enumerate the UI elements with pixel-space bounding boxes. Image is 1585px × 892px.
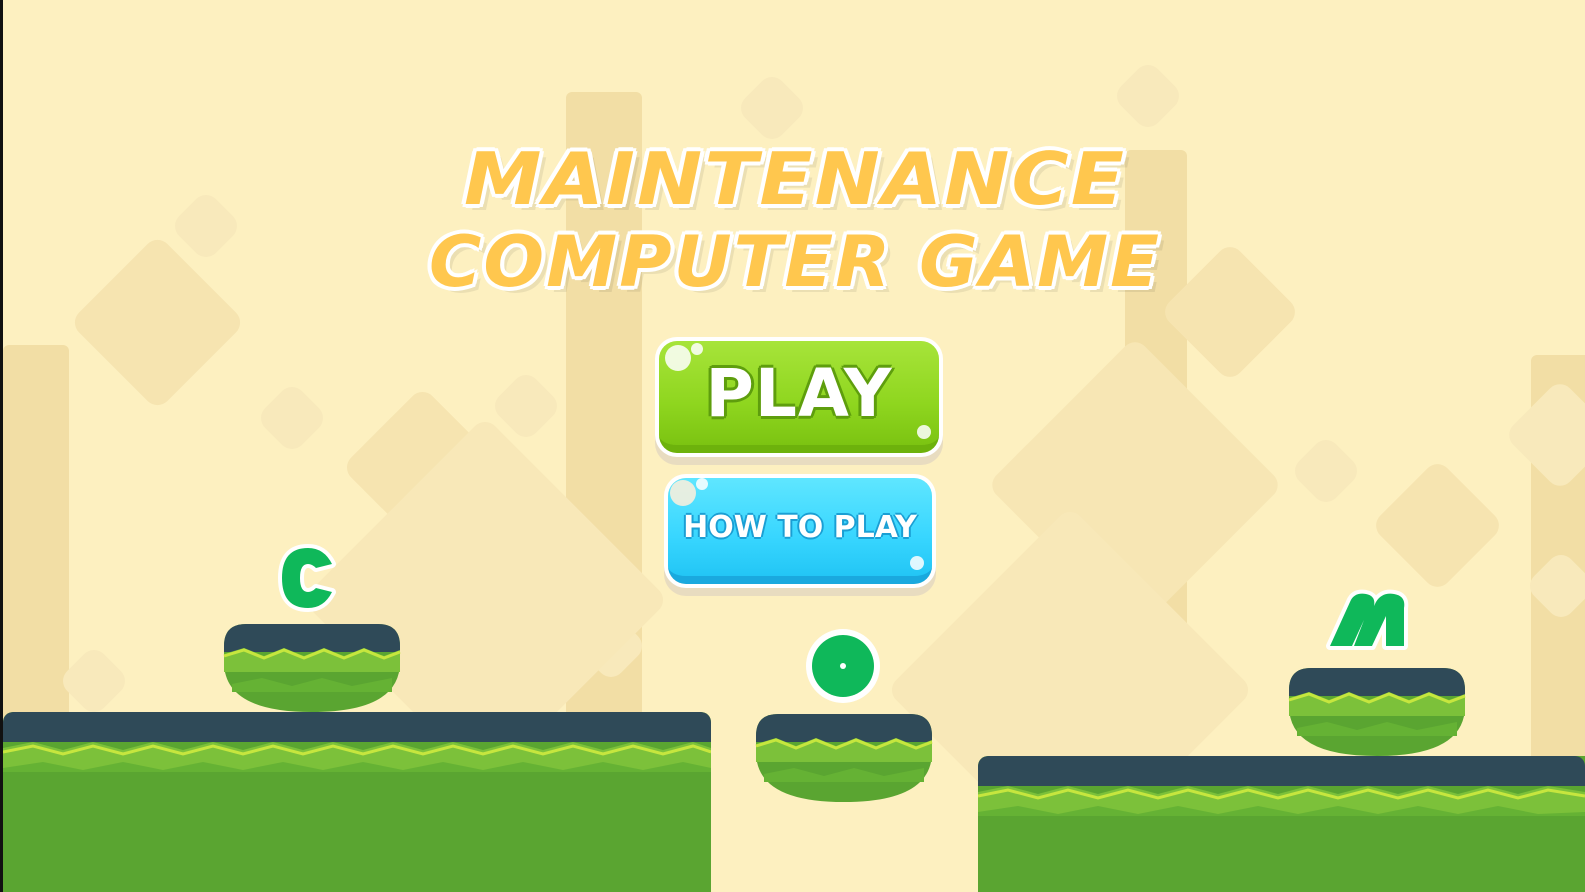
- bg-diamond: [1370, 458, 1505, 593]
- ground-right: [978, 756, 1585, 892]
- m-letter-token: [1320, 580, 1432, 664]
- bg-diamond: [169, 189, 243, 263]
- ground-base: [978, 816, 1585, 892]
- ground-left: [3, 712, 711, 892]
- bg-diamond: [69, 234, 246, 411]
- play-button[interactable]: PLAY: [659, 341, 939, 453]
- bubble-highlight: [665, 345, 691, 371]
- floating-platform-left: [222, 622, 402, 714]
- c-letter-token: [272, 538, 352, 622]
- how-to-play-button[interactable]: HOW TO PLAY: [668, 478, 932, 584]
- game-title: MAINTENANCE COMPUTER GAME: [360, 135, 1230, 305]
- ground-base: [3, 772, 711, 892]
- play-button-label: PLAY: [705, 354, 893, 432]
- bg-diamond: [255, 381, 329, 455]
- title-line-2: COMPUTER GAME: [428, 221, 1161, 303]
- bg-diamond: [1289, 434, 1363, 508]
- bubble-highlight: [917, 425, 931, 439]
- title-line-1: MAINTENANCE: [463, 137, 1127, 221]
- bg-diamond: [1503, 378, 1585, 492]
- bubble-highlight: [696, 478, 708, 490]
- bubble-highlight: [910, 556, 924, 570]
- bg-diamond: [735, 71, 809, 145]
- bubble-highlight: [691, 343, 703, 355]
- how-to-play-label: HOW TO PLAY: [683, 509, 917, 545]
- bg-diamond: [1111, 59, 1185, 133]
- floating-platform-right: [1287, 666, 1467, 758]
- floating-platform-middle: [754, 712, 934, 804]
- game-scene: MAINTENANCE COMPUTER GAME PLAY HOW TO PL…: [0, 0, 1585, 892]
- bubble-highlight: [670, 480, 696, 506]
- o-letter-token: [801, 624, 885, 712]
